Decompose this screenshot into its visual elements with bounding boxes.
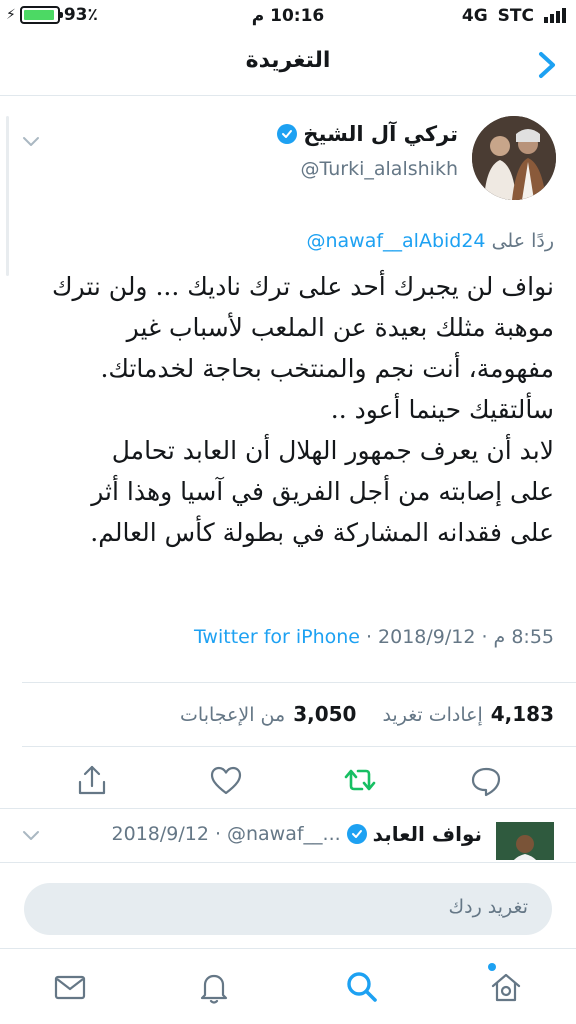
tweet-source-link[interactable]: Twitter for iPhone: [194, 626, 360, 648]
scroll-indicator: [6, 116, 9, 276]
chevron-right-icon[interactable]: [532, 48, 562, 82]
nav-bar: التغريدة: [0, 34, 576, 96]
tab-bar: [0, 948, 576, 1024]
tweet-text: نواف لن يجبرك أحد على ترك ناديك ... ولن …: [51, 272, 554, 547]
meta-separator: ·: [214, 823, 221, 845]
retweet-icon[interactable]: [342, 762, 378, 798]
verified-icon: [277, 124, 298, 144]
reply-tweet-preview[interactable]: نواف العابد @nawaf__... · 2018/9/12: [0, 810, 576, 860]
reply-prefix: ردًا على: [491, 230, 554, 252]
like-icon[interactable]: [208, 762, 244, 798]
carrier-name: STC: [497, 6, 534, 26]
divider: [0, 808, 576, 809]
page-title: التغريدة: [245, 48, 331, 73]
divider: [22, 746, 576, 747]
avatar[interactable]: [472, 116, 556, 200]
notifications-icon[interactable]: [196, 969, 232, 1005]
search-icon[interactable]: [344, 969, 380, 1005]
chevron-down-icon[interactable]: [22, 830, 40, 842]
verified-icon: [346, 824, 367, 844]
author-name[interactable]: نواف العابد: [373, 822, 482, 846]
author-handle[interactable]: @nawaf__...: [227, 823, 341, 845]
tweet-actions: [0, 762, 576, 802]
signal-icon: [544, 8, 566, 23]
author-handle[interactable]: @Turki_alalshikh: [301, 158, 458, 180]
avatar[interactable]: [496, 822, 554, 860]
tweet-stats: 4,183 إعادات تغريد 3,050 من الإعجابات: [180, 702, 554, 726]
divider: [22, 682, 576, 683]
reply-icon[interactable]: [468, 762, 504, 798]
reply-context: ردًا على @nawaf__alAbid24: [306, 230, 554, 252]
reply-input[interactable]: تغريد ردك: [24, 883, 552, 935]
tweet-date: 2018/9/12: [111, 823, 209, 845]
reply-composer-bar: تغريد ردك: [0, 862, 576, 948]
home-icon[interactable]: [488, 969, 524, 1005]
avatar-image: [496, 822, 554, 860]
unread-dot: [488, 963, 496, 971]
meta-separator: ·: [481, 626, 488, 648]
likes-label[interactable]: من الإعجابات: [180, 704, 285, 726]
reply-tweet-header: نواف العابد @nawaf__... · 2018/9/12: [112, 822, 482, 846]
author-name[interactable]: تركي آل الشيخ: [277, 122, 458, 146]
retweets-label[interactable]: إعادات تغريد: [382, 704, 482, 726]
tweet-meta: 8:55 م · 2018/9/12 · Twitter for iPhone: [194, 626, 554, 648]
tweet-date: 2018/9/12: [378, 626, 476, 648]
tweet-time: 8:55 م: [493, 626, 554, 648]
meta-separator: ·: [366, 626, 373, 648]
retweets-count[interactable]: 4,183: [491, 702, 554, 726]
chevron-down-icon[interactable]: [22, 136, 40, 148]
avatar-image: [472, 116, 556, 200]
share-icon[interactable]: [74, 762, 110, 798]
network-group: 4G STC: [462, 6, 566, 26]
messages-icon[interactable]: [52, 969, 88, 1005]
reply-mention-link[interactable]: @nawaf__alAbid24: [306, 230, 485, 252]
status-bar: ⚡ 93٪ 10:16 م 4G STC: [0, 0, 576, 34]
author-name-text: تركي آل الشيخ: [303, 122, 458, 146]
likes-count[interactable]: 3,050: [293, 702, 356, 726]
network-type: 4G: [461, 6, 488, 26]
